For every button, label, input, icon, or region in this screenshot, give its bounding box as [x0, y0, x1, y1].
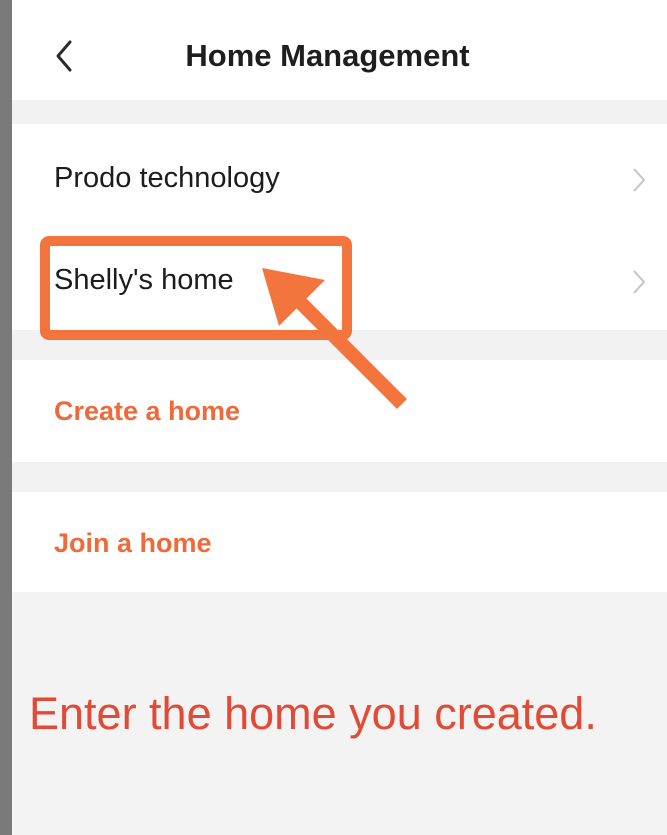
join-home-label: Join a home: [54, 528, 212, 558]
home-item-prodo-technology[interactable]: Prodo technology: [12, 128, 667, 228]
chevron-right-icon: [633, 270, 646, 294]
page-title: Home Management: [185, 38, 470, 73]
create-home-button[interactable]: Create a home: [12, 360, 667, 462]
home-item-shellys-home[interactable]: Shelly's home: [12, 230, 667, 330]
left-window-edge: [0, 0, 12, 835]
chevron-right-icon: [633, 168, 646, 192]
section-divider: [12, 462, 667, 492]
home-name: Shelly's home: [54, 264, 234, 296]
instruction-caption: Enter the home you created.: [29, 688, 597, 739]
section-divider: [12, 100, 667, 124]
section-divider: [12, 330, 667, 360]
home-name: Prodo technology: [54, 162, 280, 194]
create-home-label: Create a home: [54, 396, 241, 426]
header-bar: Home Management: [12, 0, 667, 100]
home-list: Prodo technology Shelly's home: [12, 124, 667, 330]
join-home-button[interactable]: Join a home: [12, 492, 667, 592]
